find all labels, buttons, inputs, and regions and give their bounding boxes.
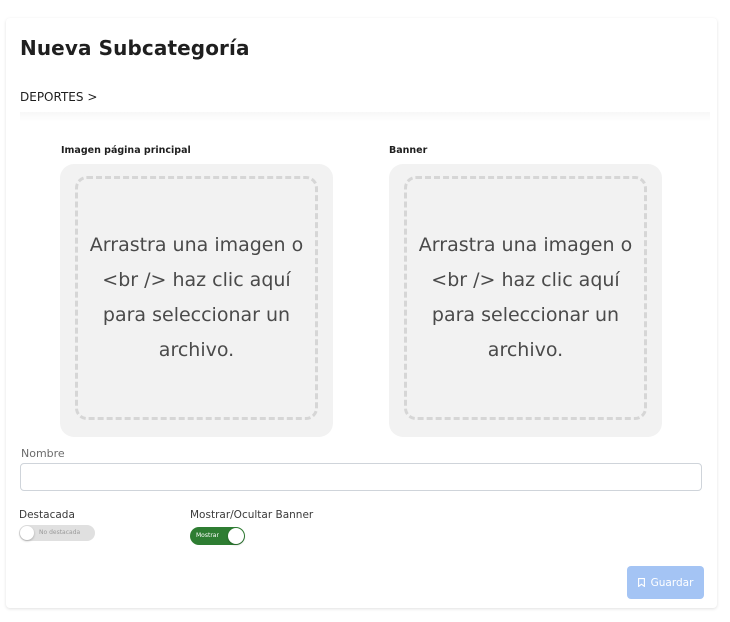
featured-toggle-knob [20, 526, 34, 540]
banner-toggle-knob [228, 528, 244, 544]
save-button-label: Guardar [650, 576, 694, 589]
banner-visibility-toggle[interactable]: Mostrar [190, 527, 245, 545]
featured-label: Destacada [19, 509, 75, 521]
save-button[interactable]: Guardar [627, 566, 704, 599]
main-image-dropzone[interactable]: Arrastra una imagen o <br /> haz clic aq… [60, 164, 333, 437]
main-image-label: Imagen página principal [61, 145, 191, 156]
banner-dropzone[interactable]: Arrastra una imagen o <br /> haz clic aq… [389, 164, 662, 437]
name-input[interactable] [20, 463, 702, 491]
featured-toggle[interactable]: No destacada [19, 525, 95, 541]
bookmark-icon [637, 578, 645, 588]
main-image-dropzone-border: Arrastra una imagen o <br /> haz clic aq… [75, 176, 318, 420]
banner-toggle-label: Mostrar/Ocultar Banner [190, 509, 314, 521]
banner-dropzone-text: Arrastra una imagen o <br /> haz clic aq… [418, 234, 633, 361]
page-title: Nueva Subcategoría [20, 36, 250, 60]
name-field-label: Nombre [21, 447, 65, 460]
breadcrumb[interactable]: DEPORTES > [20, 90, 97, 104]
banner-toggle-text: Mostrar [196, 532, 219, 539]
main-image-dropzone-text: Arrastra una imagen o <br /> haz clic aq… [89, 234, 304, 361]
banner-label: Banner [389, 145, 428, 156]
featured-toggle-text: No destacada [39, 529, 81, 536]
section-divider [20, 112, 710, 122]
banner-dropzone-border: Arrastra una imagen o <br /> haz clic aq… [404, 176, 647, 420]
